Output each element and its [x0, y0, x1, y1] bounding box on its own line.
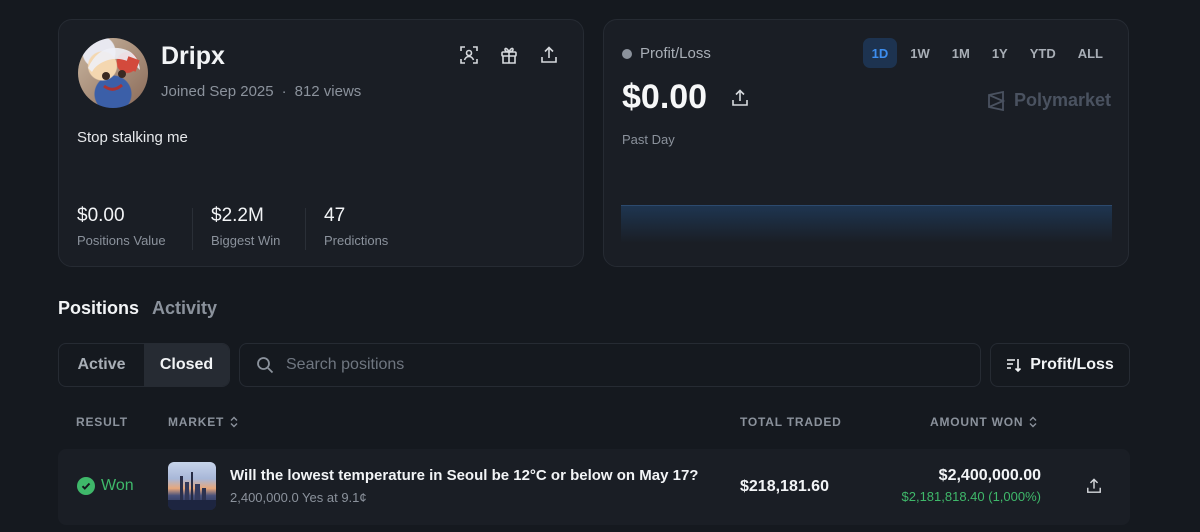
- amount-won-value: $2,400,000.00: [938, 467, 1041, 484]
- range-tab-ytd[interactable]: YTD: [1021, 38, 1065, 68]
- sort-button[interactable]: Profit/Loss: [990, 343, 1130, 387]
- brand-name: Polymarket: [1013, 90, 1111, 110]
- stat-divider: [192, 208, 193, 250]
- share-position-button[interactable]: [1086, 478, 1102, 494]
- stat-value: 47: [324, 205, 346, 226]
- share-pnl-button[interactable]: [731, 89, 749, 107]
- stat-value: $2.2M: [211, 205, 264, 226]
- profile-meta: Joined Sep 2025 · 812 views: [161, 83, 361, 100]
- view-count: 812 views: [294, 83, 362, 100]
- scan-profile-button[interactable]: [458, 44, 480, 66]
- range-tab-1m[interactable]: 1M: [943, 38, 979, 68]
- market-position-detail: 2,400,000.0 Yes at 9.1¢: [230, 490, 367, 505]
- scan-icon: [460, 46, 478, 64]
- gift-icon: [501, 47, 517, 64]
- pnl-label: Profit/Loss: [640, 45, 711, 62]
- stat-positions-value: $0.00 Positions Value: [77, 205, 166, 248]
- total-traded-value: $218,181.60: [740, 478, 829, 495]
- stat-biggest-win: $2.2M Biggest Win: [211, 205, 280, 248]
- header-amount-won-label: AMOUNT WON: [930, 415, 1024, 429]
- profile-card: Dripx Joined Sep 2025 · 812 views Stop s…: [58, 19, 584, 267]
- pnl-header: Profit/Loss: [622, 45, 711, 62]
- header-market[interactable]: MARKET: [168, 415, 239, 429]
- position-status-toggle: Active Closed: [58, 343, 230, 387]
- brand-logo: Polymarket: [986, 90, 1111, 111]
- profile-bio: Stop stalking me: [77, 129, 188, 146]
- sort-label: Profit/Loss: [1030, 356, 1114, 373]
- filter-closed-button[interactable]: Closed: [144, 344, 229, 386]
- header-market-label: MARKET: [168, 415, 225, 429]
- share-icon: [732, 89, 748, 106]
- avatar: [78, 38, 148, 108]
- amount-gain-value: $2,181,818.40 (1,000%): [901, 489, 1042, 504]
- polymarket-logo-icon: [988, 90, 1006, 111]
- stat-divider: [305, 208, 306, 250]
- range-tab-all[interactable]: ALL: [1069, 38, 1112, 68]
- pnl-chart: [621, 205, 1112, 243]
- share-icon: [1087, 478, 1101, 493]
- stat-label: Positions Value: [77, 233, 166, 248]
- sort-icon: [1007, 359, 1022, 373]
- tab-activity[interactable]: Activity: [152, 298, 217, 319]
- check-circle-icon: [77, 477, 95, 495]
- meta-separator: ·: [281, 83, 287, 100]
- result-badge: Won: [77, 477, 134, 495]
- result-label: Won: [101, 477, 134, 494]
- pnl-value: $0.00: [622, 78, 708, 116]
- sort-arrows-icon: [230, 416, 238, 428]
- header-result-label: RESULT: [76, 415, 128, 429]
- range-tab-1w[interactable]: 1W: [901, 38, 939, 68]
- table-row[interactable]: Won Will the lowest temperature in Seoul…: [58, 449, 1130, 525]
- stat-label: Predictions: [324, 233, 389, 248]
- profile-name: Dripx: [161, 42, 225, 70]
- share-profile-button[interactable]: [538, 44, 560, 66]
- tab-positions[interactable]: Positions: [58, 298, 139, 319]
- pnl-card: Profit/Loss 1D 1W 1M 1Y YTD ALL $0.00 Pa…: [603, 19, 1129, 267]
- pnl-period: Past Day: [622, 132, 675, 147]
- sort-arrows-icon: [1029, 416, 1037, 428]
- share-icon: [541, 46, 557, 63]
- status-dot-icon: [622, 48, 632, 59]
- range-tabs: 1D 1W 1M 1Y YTD ALL: [862, 38, 1112, 68]
- range-tab-1y[interactable]: 1Y: [983, 38, 1017, 68]
- stat-predictions: 47 Predictions: [324, 205, 388, 248]
- header-total-traded: TOTAL TRADED: [740, 415, 842, 429]
- market-thumbnail: [168, 462, 216, 510]
- header-total-traded-label: TOTAL TRADED: [740, 415, 842, 429]
- gift-button[interactable]: [498, 44, 520, 66]
- header-result: RESULT: [76, 415, 128, 429]
- stat-value: $0.00: [77, 205, 125, 226]
- search-box: [239, 343, 981, 387]
- market-title[interactable]: Will the lowest temperature in Seoul be …: [230, 467, 698, 484]
- search-input[interactable]: [286, 356, 936, 374]
- header-amount-won[interactable]: AMOUNT WON: [930, 415, 1038, 429]
- filter-active-button[interactable]: Active: [59, 344, 144, 386]
- search-icon: [257, 357, 274, 374]
- joined-date: Joined Sep 2025: [161, 83, 274, 100]
- stat-label: Biggest Win: [211, 233, 281, 248]
- range-tab-1d[interactable]: 1D: [862, 38, 898, 68]
